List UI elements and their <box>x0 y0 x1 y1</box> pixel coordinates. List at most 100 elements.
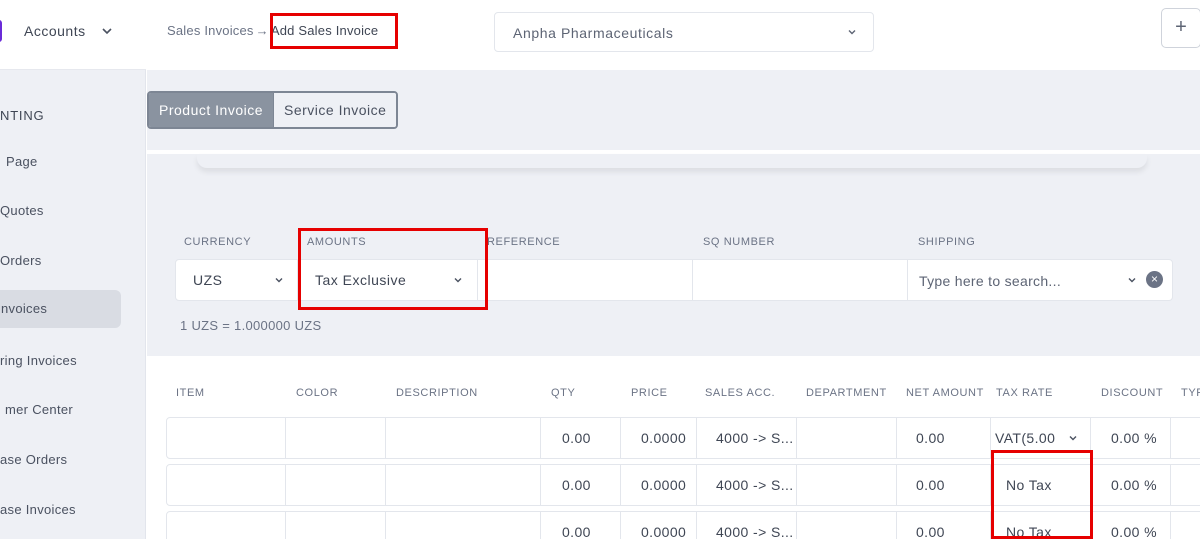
item-cell[interactable] <box>167 512 286 539</box>
net-amount-value: 0.00 <box>916 524 945 539</box>
chevron-down-icon[interactable] <box>1127 275 1137 285</box>
color-cell[interactable] <box>286 418 386 458</box>
column-header-price: PRICE <box>631 387 668 399</box>
sidebar-item-label: mer Center <box>5 402 74 417</box>
column-header-qty: QTY <box>551 387 576 399</box>
sidebar-item-label: ase Invoices <box>0 502 76 517</box>
column-header-item: ITEM <box>176 387 205 399</box>
sidebar-item-orders[interactable]: Orders <box>0 242 121 280</box>
sidebar-item-label: ring Invoices <box>0 353 77 368</box>
color-cell[interactable] <box>286 465 386 505</box>
highlight-box-breadcrumb <box>270 13 398 49</box>
qty-cell[interactable]: 0.00 <box>541 465 621 505</box>
tab-service-invoice[interactable]: Service Invoice <box>273 93 397 127</box>
chevron-down-icon[interactable] <box>100 24 114 38</box>
app-logo <box>0 20 2 42</box>
add-button[interactable]: + <box>1161 8 1200 48</box>
price-value: 0.0000 <box>641 524 687 539</box>
column-header-description: DESCRIPTION <box>396 387 478 399</box>
invoice-type-tabs: Product Invoice Service Invoice <box>147 91 399 129</box>
sidebar-item-invoices[interactable]: nvoices <box>0 290 121 328</box>
main-content: Product Invoice Service Invoice CURRENCY… <box>147 70 1200 539</box>
column-header-sales-acc: SALES ACC. <box>705 387 776 399</box>
chevron-down-icon <box>275 278 283 283</box>
sidebar-header[interactable]: Accounts <box>0 0 146 70</box>
company-select[interactable]: Anpha Pharmaceuticals <box>494 12 874 52</box>
reference-label: REFERENCE <box>487 236 561 248</box>
department-select[interactable] <box>797 465 897 505</box>
net-amount-cell[interactable]: 0.00 <box>897 418 991 458</box>
price-cell[interactable]: 0.0000 <box>621 512 697 539</box>
top-bar: Sales Invoices → Add Sales Invoice Anpha P… <box>147 0 1200 70</box>
sidebar-item-customer-center[interactable]: mer Center <box>0 391 121 429</box>
currency-label: CURRENCY <box>184 236 252 248</box>
discount-value: 0.00 % <box>1111 477 1157 493</box>
sidebar-item-quotes[interactable]: Quotes <box>0 192 121 230</box>
discount-value: 0.00 % <box>1111 430 1157 446</box>
item-cell[interactable] <box>167 418 286 458</box>
sidebar-item-purchase-invoices[interactable]: ase Invoices <box>0 491 121 529</box>
net-amount-value: 0.00 <box>916 477 945 493</box>
discount-cell[interactable]: 0.00 % <box>1091 512 1171 539</box>
column-header-tax-rate: TAX RATE <box>996 387 1053 399</box>
department-select[interactable] <box>797 418 897 458</box>
sidebar-item-label: Orders <box>0 253 42 268</box>
shipping-search[interactable]: Type here to search... × <box>908 260 1172 300</box>
chevron-down-icon <box>1069 436 1077 441</box>
sidebar-item-recurring-invoices[interactable]: ring Invoices <box>0 342 121 380</box>
net-amount-cell[interactable]: 0.00 <box>897 512 991 539</box>
breadcrumb-link-sales-invoices[interactable]: Sales Invoices <box>167 23 254 38</box>
sidebar-item-label: Quotes <box>0 203 44 218</box>
sidebar-section-title: NTING <box>0 108 45 123</box>
clear-icon[interactable]: × <box>1146 271 1163 288</box>
currency-value: UZS <box>193 272 223 288</box>
net-amount-cell[interactable]: 0.00 <box>897 465 991 505</box>
column-header-department: DEPARTMENT <box>806 387 887 399</box>
discount-cell[interactable]: 0.00 % <box>1091 465 1171 505</box>
column-header-color: COLOR <box>296 387 339 399</box>
description-cell[interactable] <box>386 465 541 505</box>
sidebar-item-purchase-orders[interactable]: ase Orders <box>0 441 121 479</box>
module-title: Accounts <box>24 23 86 39</box>
color-cell[interactable] <box>286 512 386 539</box>
shipping-placeholder: Type here to search... <box>919 273 1062 289</box>
price-value: 0.0000 <box>641 477 687 493</box>
price-cell[interactable]: 0.0000 <box>621 418 697 458</box>
highlight-box-tax-rate <box>991 450 1093 539</box>
sidebar: Accounts NTING Page Quotes Orders nvoice… <box>0 0 146 539</box>
description-cell[interactable] <box>386 418 541 458</box>
currency-select[interactable]: UZS <box>176 260 298 300</box>
sq-number-input[interactable] <box>693 260 908 300</box>
sales-acc-value: 4000 -> S... <box>716 524 794 539</box>
qty-cell[interactable]: 0.00 <box>541 512 621 539</box>
column-header-net-amount: NET AMOUNT <box>906 387 984 399</box>
sq-number-label: SQ NUMBER <box>703 236 776 248</box>
sales-acc-value: 4000 -> S... <box>716 430 794 446</box>
price-value: 0.0000 <box>641 430 687 446</box>
sidebar-item-label: Page <box>6 154 38 169</box>
company-select-value: Anpha Pharmaceuticals <box>513 25 674 41</box>
item-cell[interactable] <box>167 465 286 505</box>
sidebar-item-label: ase Orders <box>0 452 68 467</box>
line-items-table: ITEM COLOR DESCRIPTION QTY PRICE SALES A… <box>147 356 1200 539</box>
highlight-box-amounts <box>298 228 488 310</box>
sidebar-item-label: nvoices <box>1 301 48 316</box>
sidebar-item-page[interactable]: Page <box>0 143 121 181</box>
price-cell[interactable]: 0.0000 <box>621 465 697 505</box>
qty-value: 0.00 <box>562 430 591 446</box>
department-select[interactable] <box>797 512 897 539</box>
tab-product-invoice[interactable]: Product Invoice <box>149 93 273 127</box>
description-cell[interactable] <box>386 512 541 539</box>
sales-acc-value: 4000 -> S... <box>716 477 794 493</box>
sales-acc-select[interactable]: 4000 -> S... <box>697 418 797 458</box>
qty-cell[interactable]: 0.00 <box>541 418 621 458</box>
shipping-label: SHIPPING <box>918 236 976 248</box>
sales-acc-select[interactable]: 4000 -> S... <box>697 465 797 505</box>
qty-value: 0.00 <box>562 477 591 493</box>
column-header-discount: DISCOUNT <box>1101 387 1164 399</box>
discount-cell[interactable]: 0.00 % <box>1091 418 1171 458</box>
qty-value: 0.00 <box>562 524 591 539</box>
sales-acc-select[interactable]: 4000 -> S... <box>697 512 797 539</box>
net-amount-value: 0.00 <box>916 430 945 446</box>
reference-input[interactable] <box>478 260 693 300</box>
